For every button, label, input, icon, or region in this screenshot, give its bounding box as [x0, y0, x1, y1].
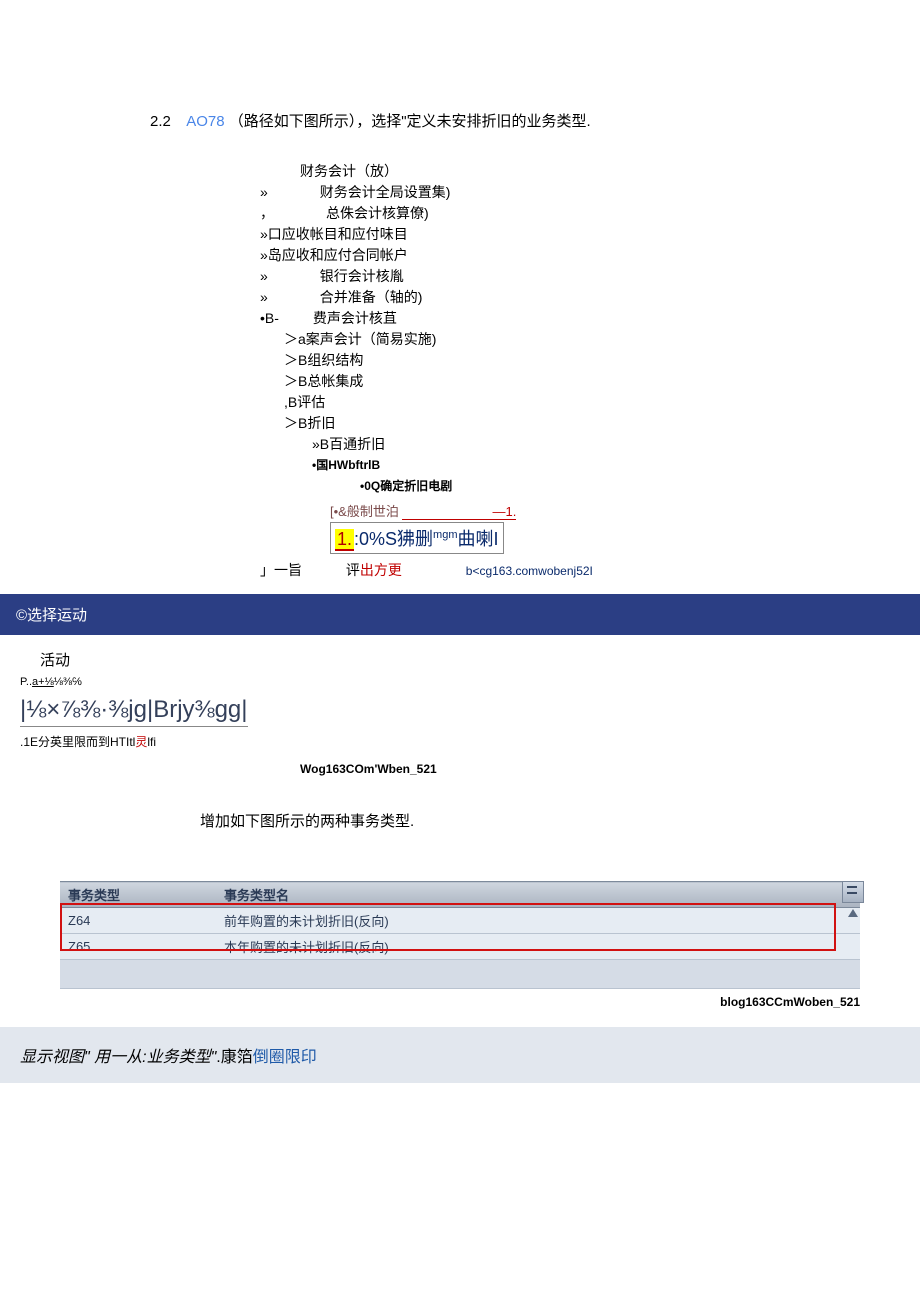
- highlight-line-2: 1.:0%S狒删mgm曲喇I: [330, 522, 504, 554]
- table-row[interactable]: Z64 前年购置的未计划折旧(反向): [60, 908, 860, 934]
- tree-row[interactable]: •国HWbftrlB: [312, 455, 920, 476]
- tree-label: ＞a案声会计（简易实施): [284, 331, 436, 347]
- tree-row[interactable]: ， 总侏会计核算僚): [260, 203, 920, 224]
- sub-pre: .1E分英里限而到HTItl: [20, 735, 135, 749]
- table-options-button[interactable]: [842, 881, 864, 903]
- psm-pre: P..: [20, 676, 32, 688]
- psm-suf: ⅛⅜℅: [54, 676, 82, 688]
- tree-row[interactable]: »口应收帐目和应付味目: [260, 224, 920, 245]
- tree-marker: ，: [260, 205, 274, 221]
- tree-marker: »: [260, 289, 268, 305]
- tree-label: »岛应收和应付合同帐户: [260, 247, 408, 263]
- transaction-type-table: 事务类型 事务类型名 Z64 前年购置的未计划折旧(反向) Z65 本年购置的未…: [60, 881, 860, 989]
- transaction-type-table-block: 事务类型 事务类型名 Z64 前年购置的未计划折旧(反向) Z65 本年购置的未…: [60, 881, 860, 989]
- bl-mid-pre: 评: [346, 562, 360, 578]
- tree-row[interactable]: ＞B组织结构: [284, 350, 920, 371]
- config-tree: 财务会计（放） » 财务会计全局设置集) ， 总侏会计核算僚) »口应收帐目和应付味…: [260, 161, 920, 497]
- tree-label: 总侏会计核算僚): [326, 205, 429, 221]
- tree-row[interactable]: » 财务会计全局设置集): [260, 182, 920, 203]
- tcode-link[interactable]: AO78: [186, 113, 224, 130]
- tree-label: 合并准备（轴的): [320, 289, 423, 305]
- view-title-blue: 倒圈限印: [253, 1049, 317, 1066]
- cell-type: Z64: [60, 908, 216, 934]
- section-number: 2.2: [150, 113, 171, 130]
- tree-marker: •B-: [260, 310, 279, 326]
- psm-underline: a+⅛: [32, 676, 54, 688]
- cell-name: 前年购置的未计划折旧(反向): [216, 908, 860, 934]
- cell-type: Z65: [60, 934, 216, 960]
- tree-label: •国HWbftrlB: [312, 458, 380, 472]
- highlight-block: [•&般制世泊 —1. 1.:0%S狒删mgm曲喇I: [330, 501, 660, 554]
- hl1-left: [•&般制世泊: [330, 504, 399, 519]
- tree-label: 财务会计全局设置集): [320, 184, 451, 200]
- col-header-name: 事务类型名: [216, 882, 860, 908]
- tree-row[interactable]: 财务会计（放）: [260, 161, 920, 182]
- dialog-title: ©选择运动: [16, 607, 87, 624]
- tree-marker: »: [260, 184, 268, 200]
- col-header-type: 事务类型: [60, 882, 216, 908]
- tree-row[interactable]: »岛应收和应付合同帐户: [260, 245, 920, 266]
- section-heading: 2.2 AO78 （路径如下图所示），选择"定义未安排折旧的业务类型.: [150, 110, 920, 131]
- tree-row[interactable]: ＞B总帐集成: [284, 371, 920, 392]
- paragraph-2: 增加如下图所示的两种事务类型.: [200, 810, 920, 831]
- hl1-right: —1.: [402, 504, 516, 520]
- table-header-row: 事务类型 事务类型名: [60, 882, 860, 908]
- tree-label: ＞B总帐集成: [284, 373, 363, 389]
- tree-row[interactable]: ＞B折旧: [284, 413, 920, 434]
- tree-row[interactable]: ＞a案声会计（简易实施): [284, 329, 920, 350]
- dlg-large-text: |⅛×⅞⅜·⅜jg|Brjy⅜gg|: [20, 696, 248, 727]
- hl2-rest: :0%S狒删: [354, 529, 433, 549]
- highlight-line-1: [•&般制世泊 —1.: [330, 501, 660, 520]
- bl-page: 」一旨: [260, 562, 302, 578]
- tree-label: 财务会计（放）: [300, 163, 398, 179]
- table-empty-row: [60, 960, 860, 989]
- hl2-sup: mgm: [433, 529, 457, 541]
- cell-name: 本年购置的未计划折旧(反向): [216, 934, 860, 960]
- tree-label: 费声会计核苴: [313, 310, 397, 326]
- view-title-rest: .康箔: [216, 1049, 252, 1066]
- tree-label: ＞B折旧: [284, 415, 335, 431]
- tree-label: ,B评估: [284, 394, 325, 410]
- tree-label: •0Q确定折旧电剧: [360, 479, 452, 493]
- activity-label: 活动: [40, 649, 910, 670]
- tree-row[interactable]: » 银行会计核胤: [260, 266, 920, 287]
- tree-label: »口应收帐目和应付味目: [260, 226, 408, 242]
- tree-label: 银行会计核胤: [320, 268, 404, 284]
- sub-suf: lfi: [147, 735, 156, 749]
- sub-red: 灵: [135, 735, 147, 749]
- view-title-bar: 显示视图" 用一从:业务类型".康箔倒圈限印: [0, 1027, 920, 1083]
- hl2-tail: 曲喇I: [458, 529, 499, 549]
- bl-mid-red: 出方更: [360, 562, 402, 578]
- section-text: （路径如下图所示），选择"定义未安排折旧的业务类型.: [229, 113, 591, 130]
- hl2-yellow: 1.: [335, 529, 354, 551]
- tree-row[interactable]: » 合并准备（轴的): [260, 287, 920, 308]
- dlg-psm: P..a+⅛⅛⅜℅: [20, 676, 910, 688]
- tree-row[interactable]: »B百通折旧: [312, 434, 920, 455]
- dialog-title-bar: ©选择运动: [0, 594, 920, 635]
- tree-marker: »: [260, 268, 268, 284]
- tree-label: »B百通折旧: [312, 436, 385, 452]
- view-title-italic: 显示视图" 用一从:业务类型": [20, 1049, 216, 1066]
- bottom-line: 」一旨 评出方更 b<cg163.comwobenj52I: [260, 560, 920, 580]
- dialog-body: 活动 P..a+⅛⅛⅜℅ |⅛×⅞⅜·⅜jg|Brjy⅜gg| .1E分英里限而…: [0, 635, 920, 780]
- dlg-sub: .1E分英里限而到HTItl灵lfi: [20, 733, 910, 750]
- watermark-1: Wog163COm'Wben_521: [300, 762, 910, 776]
- tree-row[interactable]: •0Q确定折旧电剧: [360, 476, 920, 497]
- tree-label: ＞B组织结构: [284, 352, 363, 368]
- table-row[interactable]: Z65 本年购置的未计划折旧(反向): [60, 934, 860, 960]
- tree-row[interactable]: •B- 费声会计核苴: [260, 308, 920, 329]
- scroll-up-icon[interactable]: [848, 909, 858, 917]
- watermark-2: blog163CCmWoben_521: [0, 995, 860, 1009]
- tree-row[interactable]: ,B评估: [284, 392, 920, 413]
- bl-tail: b<cg163.comwobenj52I: [466, 564, 593, 578]
